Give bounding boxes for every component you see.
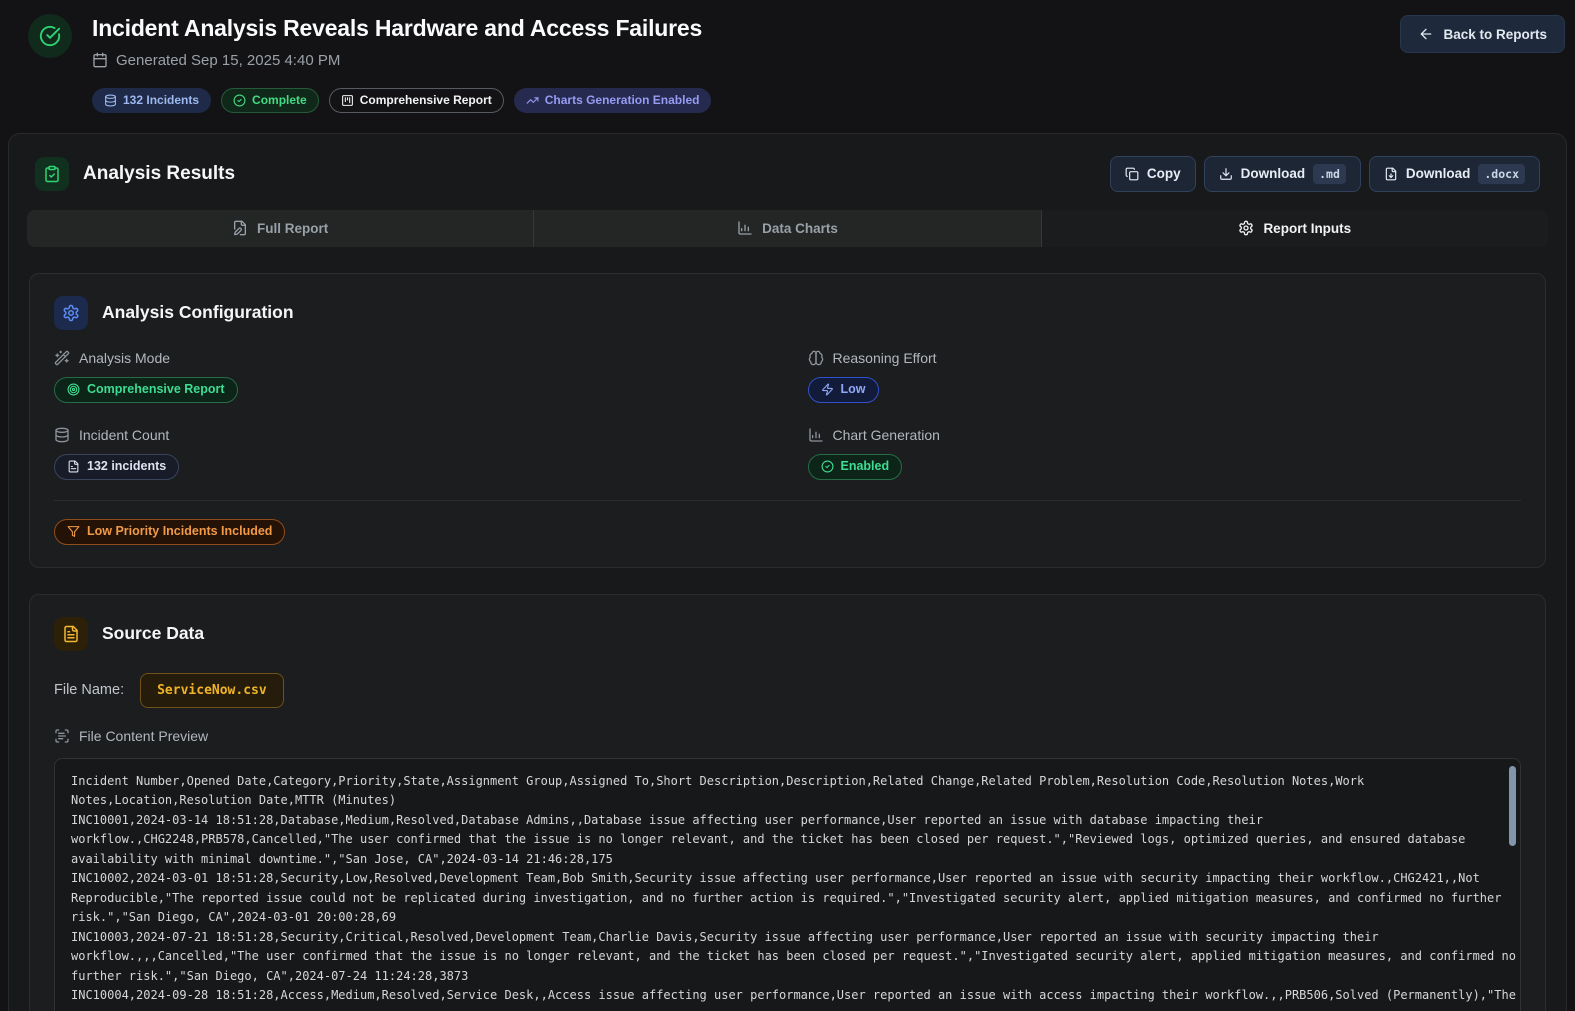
low-priority-included-badge: Low Priority Incidents Included [54, 519, 285, 545]
docx-extension-tag: .docx [1478, 164, 1525, 184]
generated-timestamp: Generated Sep 15, 2025 4:40 PM [116, 52, 340, 69]
copy-icon [1125, 167, 1139, 181]
section-title-analysis-results: Analysis Results [83, 163, 235, 185]
brain-icon [808, 350, 824, 366]
incident-count-value-badge: 132 incidents [54, 454, 179, 480]
source-data-card: Source Data File Name: ServiceNow.csv Fi… [29, 594, 1546, 1011]
incidents-count-label: 132 Incidents [123, 94, 199, 106]
section-title-source-data: Source Data [102, 623, 204, 644]
analysis-results-panel: Analysis Results Copy Download .md Downl… [8, 133, 1567, 1011]
file-name-row: File Name: ServiceNow.csv [54, 673, 1521, 708]
database-icon [104, 94, 117, 107]
md-extension-tag: .md [1313, 164, 1346, 184]
check-circle-icon [233, 94, 246, 107]
status-complete-label: Complete [252, 94, 307, 106]
target-icon [67, 383, 80, 396]
copy-label: Copy [1147, 166, 1181, 181]
clipboard-check-icon [35, 157, 69, 191]
report-status-avatar [28, 14, 72, 58]
download-icon [1219, 167, 1233, 181]
tab-data-charts[interactable]: Data Charts [534, 210, 1041, 247]
csv-content: Incident Number,Opened Date,Category,Pri… [71, 772, 1519, 1006]
file-down-icon [1384, 167, 1398, 181]
field-incident-count: Incident Count 132 incidents [54, 427, 768, 480]
generated-row: Generated Sep 15, 2025 4:40 PM [92, 52, 711, 69]
reasoning-effort-label: Reasoning Effort [833, 350, 937, 366]
trending-up-icon [526, 94, 539, 107]
gear-icon [1238, 220, 1254, 236]
page-title: Incident Analysis Reveals Hardware and A… [92, 14, 711, 43]
results-tabs: Full Report Data Charts Report Inputs [27, 210, 1548, 247]
back-to-reports-button[interactable]: Back to Reports [1400, 15, 1565, 53]
field-reasoning-effort: Reasoning Effort Low [808, 350, 1522, 403]
download-md-label: Download [1241, 166, 1306, 181]
page: Incident Analysis Reveals Hardware and A… [0, 0, 1575, 1011]
zap-icon [821, 383, 834, 396]
wand-icon [54, 350, 70, 366]
status-complete-badge: Complete [221, 88, 319, 113]
config-grid: Analysis Mode Comprehensive Report Reaso… [54, 350, 1521, 480]
report-mode-label: Comprehensive Report [360, 94, 492, 106]
check-circle-icon [821, 460, 834, 473]
file-text-icon [54, 617, 88, 651]
incident-count-value: 132 incidents [87, 460, 166, 473]
tab-full-report[interactable]: Full Report [27, 210, 534, 247]
report-mode-badge: Comprehensive Report [329, 88, 504, 113]
file-pen-icon [232, 220, 248, 236]
bar-chart-icon [808, 427, 824, 443]
file-name-chip: ServiceNow.csv [140, 673, 284, 708]
file-icon [67, 460, 80, 473]
report-header: Incident Analysis Reveals Hardware and A… [0, 0, 1575, 133]
back-to-reports-label: Back to Reports [1443, 27, 1547, 42]
results-header: Analysis Results Copy Download .md Downl… [27, 156, 1548, 192]
reasoning-effort-value-badge: Low [808, 377, 879, 403]
gear-icon [54, 296, 88, 330]
reasoning-effort-value: Low [841, 383, 866, 396]
tab-data-charts-label: Data Charts [762, 221, 838, 236]
file-content-preview-label: File Content Preview [54, 728, 1521, 744]
download-docx-label: Download [1406, 166, 1471, 181]
field-analysis-mode: Analysis Mode Comprehensive Report [54, 350, 768, 403]
funnel-icon [67, 525, 80, 538]
charts-enabled-badge: Charts Generation Enabled [514, 88, 712, 113]
badge-row: 132 Incidents Complete Comprehensive Rep… [92, 88, 711, 113]
field-chart-generation: Chart Generation Enabled [808, 427, 1522, 480]
database-icon [54, 427, 70, 443]
tab-full-report-label: Full Report [257, 221, 328, 236]
download-md-button[interactable]: Download .md [1204, 156, 1361, 192]
code-scrollbar-thumb[interactable] [1509, 766, 1516, 846]
copy-button[interactable]: Copy [1110, 156, 1196, 192]
charts-enabled-label: Charts Generation Enabled [545, 94, 700, 106]
analysis-configuration-card: Analysis Configuration Analysis Mode Com… [29, 273, 1546, 568]
file-content-preview[interactable]: Incident Number,Opened Date,Category,Pri… [54, 758, 1521, 1011]
chart-generation-value-badge: Enabled [808, 454, 903, 480]
analysis-mode-value-badge: Comprehensive Report [54, 377, 238, 403]
chart-generation-value: Enabled [841, 460, 890, 473]
scan-text-icon [54, 728, 70, 744]
analysis-mode-value: Comprehensive Report [87, 383, 225, 396]
arrow-left-icon [1418, 26, 1434, 42]
divider [54, 500, 1521, 501]
analysis-mode-label: Analysis Mode [79, 350, 170, 366]
check-circle-icon [39, 25, 61, 47]
calendar-icon [92, 52, 108, 68]
incidents-count-badge: 132 Incidents [92, 88, 211, 113]
bar-chart-icon [737, 220, 753, 236]
kanban-icon [341, 94, 354, 107]
download-docx-button[interactable]: Download .docx [1369, 156, 1540, 192]
tab-report-inputs-label: Report Inputs [1263, 221, 1351, 236]
incident-count-label: Incident Count [79, 427, 169, 443]
section-title-analysis-configuration: Analysis Configuration [102, 302, 294, 323]
tab-report-inputs[interactable]: Report Inputs [1042, 210, 1548, 247]
action-buttons: Copy Download .md Download .docx [1110, 156, 1540, 192]
chart-generation-label: Chart Generation [833, 427, 940, 443]
low-priority-included-label: Low Priority Incidents Included [87, 525, 272, 538]
file-name-label: File Name: [54, 682, 124, 698]
